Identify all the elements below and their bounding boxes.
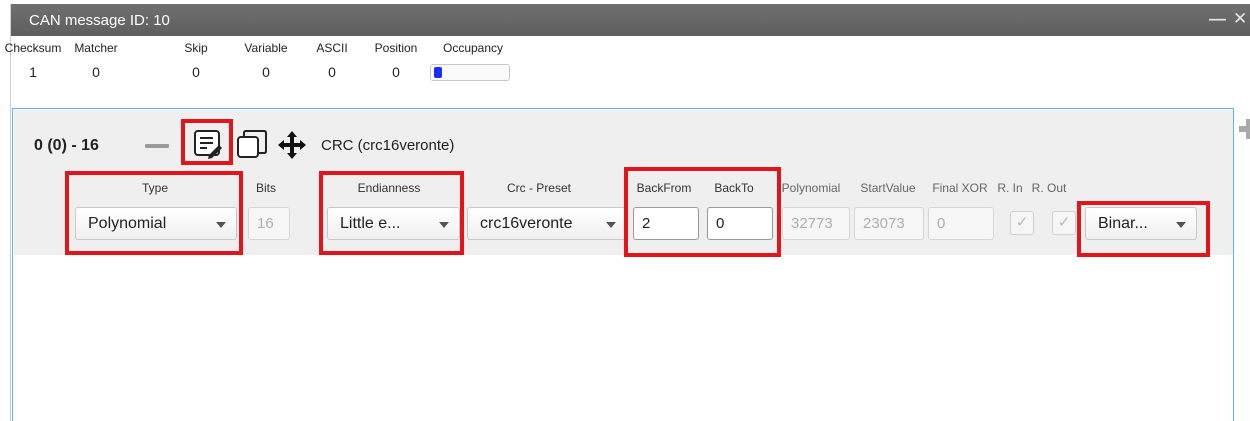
type-select[interactable]: Polynomial — [75, 207, 237, 240]
add-field-icon[interactable] — [1238, 118, 1250, 140]
back-from-input[interactable]: 2 — [633, 207, 699, 240]
minimize-icon[interactable]: — — [1209, 10, 1226, 27]
occupancy-fill — [434, 67, 442, 78]
stat-label-occupancy: Occupancy — [442, 41, 504, 55]
column-label-bits: Bits — [255, 181, 276, 195]
column-label-back-to: BackTo — [714, 181, 754, 195]
stat-label-skip: Skip — [184, 41, 208, 55]
column-label-polynomial: Polynomial — [781, 181, 841, 195]
window-title: CAN message ID: 10 — [29, 12, 170, 29]
stat-label-checksum: Checksum — [4, 41, 62, 55]
stat-value-matcher: 0 — [92, 64, 100, 80]
column-label-final-xor: Final XOR — [932, 181, 988, 195]
move-icon[interactable] — [277, 130, 307, 160]
stat-value-variable: 0 — [262, 64, 270, 80]
r-out-checkbox[interactable]: ✓ — [1052, 211, 1076, 235]
chevron-down-icon — [216, 222, 226, 228]
bits-input[interactable]: 16 — [248, 207, 290, 240]
type-select-value: Polynomial — [88, 215, 167, 232]
column-label-crc-preset: Crc - Preset — [506, 181, 571, 195]
format-select[interactable]: Binar... — [1085, 207, 1197, 240]
final-xor-input[interactable]: 0 — [928, 207, 994, 240]
polynomial-input[interactable]: 32773 — [782, 207, 850, 240]
stat-label-variable: Variable — [244, 41, 288, 55]
crc-preset-select[interactable]: crc16veronte — [467, 207, 627, 240]
stat-label-matcher: Matcher — [74, 41, 118, 55]
stat-value-position: 0 — [392, 64, 400, 80]
stat-value-ascii: 0 — [328, 64, 336, 80]
column-label-start-value: StartValue — [860, 181, 916, 195]
duplicate-icon[interactable] — [236, 130, 268, 160]
column-label-back-from: BackFrom — [636, 181, 692, 195]
title-bar: CAN message ID: 10 — ✕ — [11, 4, 1250, 36]
column-label-r-in: R. In — [997, 181, 1023, 195]
stat-value-checksum: 1 — [29, 64, 37, 80]
endianness-select-value: Little e... — [340, 215, 401, 232]
chevron-down-icon — [439, 222, 449, 228]
stat-label-position: Position — [374, 41, 418, 55]
occupancy-bar — [430, 64, 510, 81]
field-name: CRC (crc16veronte) — [321, 137, 455, 154]
format-select-value: Binar... — [1098, 215, 1148, 232]
chevron-down-icon — [606, 222, 616, 228]
endianness-select[interactable]: Little e... — [327, 207, 460, 240]
field-header: 0 (0) - 16 — [34, 137, 99, 154]
stat-label-ascii: ASCII — [316, 41, 348, 55]
crc-preset-select-value: crc16veronte — [480, 215, 573, 232]
column-label-type: Type — [141, 181, 168, 195]
column-label-endianness: Endianness — [357, 181, 421, 195]
field-row: 0 (0) - 16 CRC (crc16veronte) Type Bits … — [14, 110, 1233, 255]
stat-value-skip: 0 — [192, 64, 200, 80]
r-in-checkbox[interactable]: ✓ — [1010, 211, 1034, 235]
chevron-down-icon — [1176, 222, 1186, 228]
remove-field-icon[interactable] — [145, 144, 169, 148]
start-value-input[interactable]: 23073 — [854, 207, 924, 240]
edit-list-icon[interactable] — [192, 128, 224, 160]
column-label-r-out: R. Out — [1031, 181, 1067, 195]
back-to-input[interactable]: 0 — [707, 207, 773, 240]
close-icon[interactable]: ✕ — [1233, 10, 1247, 27]
field-panel: 0 (0) - 16 CRC (crc16veronte) Type Bits … — [12, 108, 1234, 421]
